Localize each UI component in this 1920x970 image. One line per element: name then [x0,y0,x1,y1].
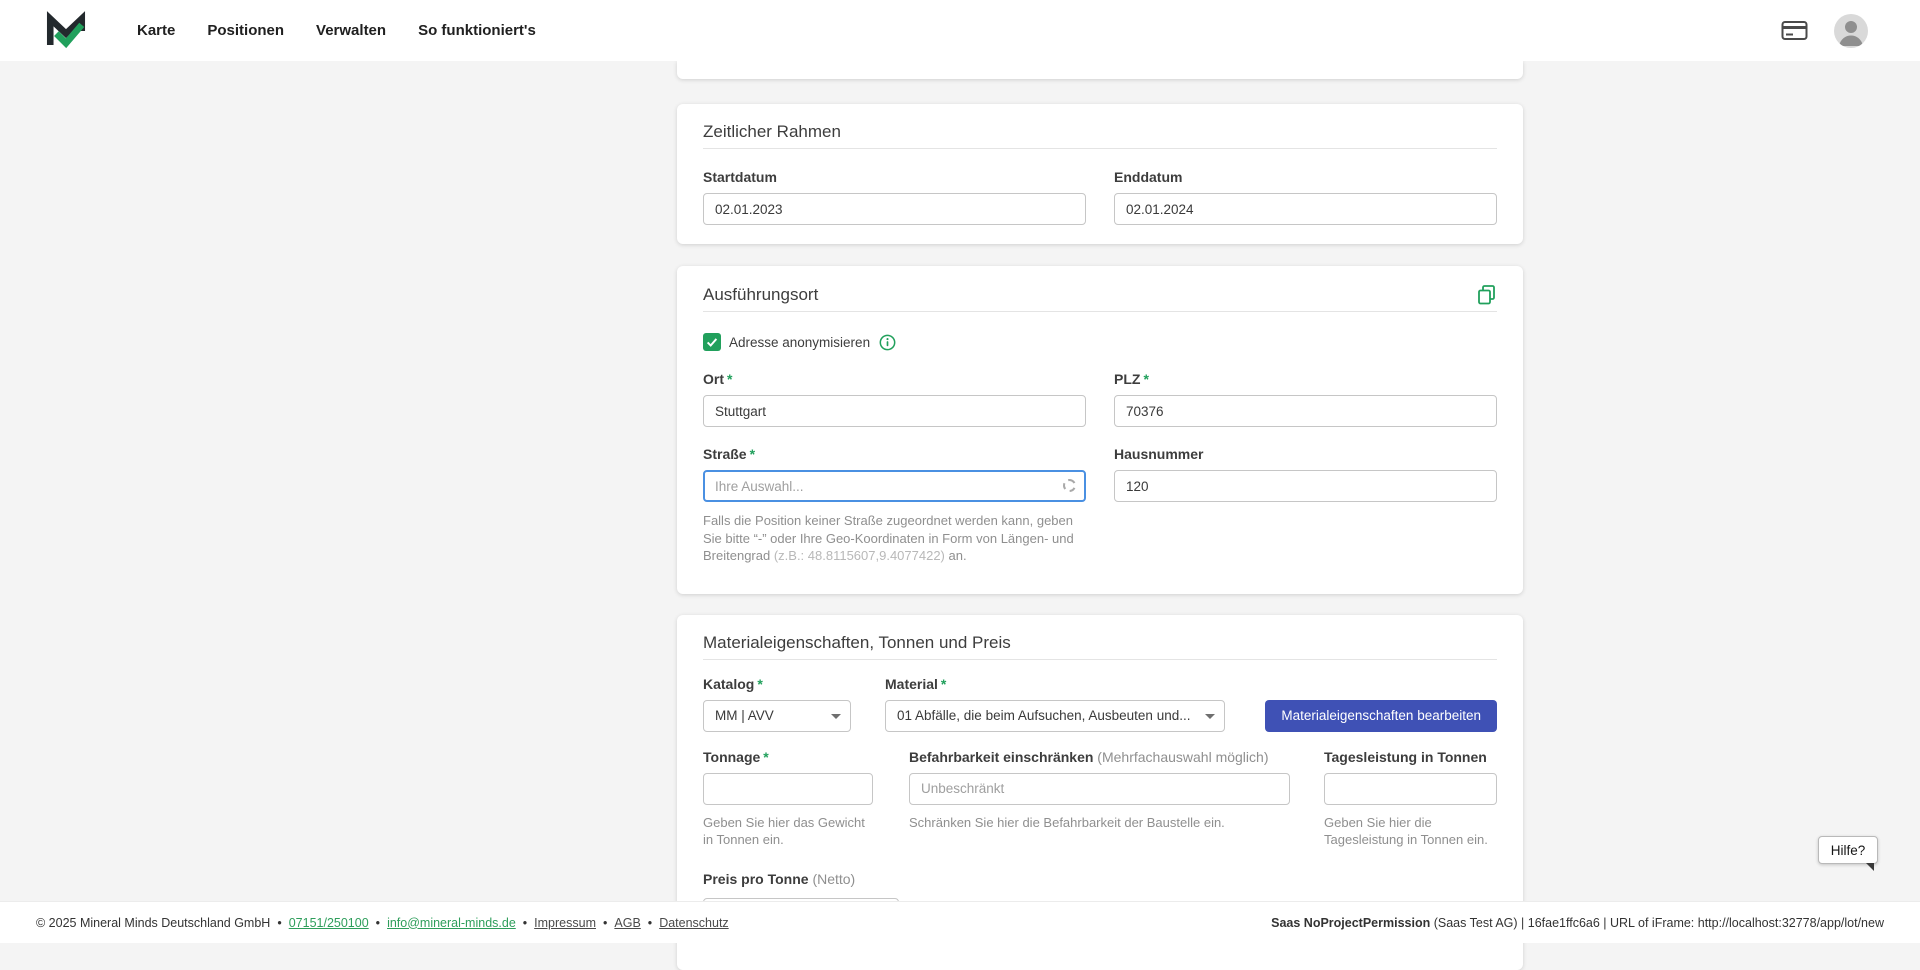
hausnummer-label: Hausnummer [1114,446,1497,463]
strasse-label: Straße* [703,446,1086,463]
separator: • [277,916,281,930]
checkmark-icon [705,335,719,349]
divider [703,659,1497,660]
strasse-input[interactable] [703,470,1086,502]
separator: • [376,916,380,930]
tagesleistung-helper-text: Geben Sie hier die Tagesleistung in Tonn… [1324,814,1497,848]
anonymize-checkbox[interactable] [703,333,721,351]
nav-item-karte[interactable]: Karte [137,22,175,39]
field-katalog: Katalog* MM | AVV [703,676,851,732]
field-hausnummer: Hausnummer [1114,446,1497,565]
chevron-down-icon [1205,714,1215,719]
field-tonnage: Tonnage* Geben Sie hier das Gewicht in T… [703,749,873,848]
nav-item-positionen[interactable]: Positionen [207,22,284,39]
separator: • [603,916,607,930]
anonymize-label: Adresse anonymisieren [729,335,870,350]
startdatum-input[interactable] [703,193,1086,225]
tagesleistung-label: Tagesleistung in Tonnen [1324,749,1497,766]
katalog-value: MM | AVV [715,708,774,723]
tagesleistung-input[interactable] [1324,773,1497,805]
logo-icon [45,10,87,52]
preis-hint: (Netto) [812,871,855,887]
separator: • [523,916,527,930]
befahrbarkeit-input[interactable] [909,773,1290,805]
katalog-select[interactable]: MM | AVV [703,700,851,732]
help-bubble-tail-icon [1866,863,1874,871]
field-befahrbarkeit: Befahrbarkeit einschränken (Mehrfachausw… [909,749,1290,848]
tonnage-label: Tonnage* [703,749,873,766]
ort-input[interactable] [703,395,1086,427]
required-marker: * [1143,371,1148,387]
card-zeitlicher-rahmen: Zeitlicher Rahmen Startdatum Enddatum [677,104,1523,244]
nav-item-verwalten[interactable]: Verwalten [316,22,386,39]
footer-right: Saas NoProjectPermission (Saas Test AG) … [1271,916,1884,930]
help-button[interactable]: Hilfe? [1818,836,1878,864]
required-marker: * [757,676,762,692]
enddatum-input[interactable] [1114,193,1497,225]
help-button-label: Hilfe? [1831,843,1866,858]
copy-icon[interactable] [1476,284,1497,305]
impressum-link[interactable]: Impressum [534,916,596,930]
material-value: 01 Abfälle, die beim Aufsuchen, Ausbeute… [897,708,1190,723]
divider [703,148,1497,149]
katalog-label: Katalog* [703,676,851,693]
befahrbarkeit-helper-text: Schränken Sie hier die Befahrbarkeit der… [909,814,1290,831]
field-enddatum: Enddatum [1114,169,1497,225]
required-marker: * [750,446,755,462]
iframe-info-text: (Saas Test AG) | 16fae1ffc6a6 | URL of i… [1430,916,1884,930]
email-link[interactable]: info@mineral-minds.de [387,916,516,930]
tonnage-helper-text: Geben Sie hier das Gewicht in Tonnen ein… [703,814,873,848]
enddatum-label: Enddatum [1114,169,1497,186]
footer-left: © 2025 Mineral Minds Deutschland GmbH • … [36,916,729,930]
agb-link[interactable]: AGB [614,916,640,930]
navbar-right [1781,14,1868,48]
ort-label: Ort* [703,371,1086,388]
card-partial-top [677,61,1523,79]
phone-link[interactable]: 07151/250100 [289,916,369,930]
field-startdatum: Startdatum [703,169,1086,225]
field-plz: PLZ* [1114,371,1497,427]
main-nav: Karte Positionen Verwalten So funktionie… [137,22,536,39]
preis-label: Preis pro Tonne (Netto) [703,871,1497,888]
required-marker: * [941,676,946,692]
card-title-material: Materialeigenschaften, Tonnen und Preis [703,633,1497,653]
material-label: Material* [885,676,1225,693]
mineral-minds-logo[interactable] [45,10,87,52]
required-marker: * [763,749,768,765]
form-column: Zeitlicher Rahmen Startdatum Enddatum Au… [677,61,1523,970]
tonnage-input[interactable] [703,773,873,805]
material-select[interactable]: 01 Abfälle, die beim Aufsuchen, Ausbeute… [885,700,1225,732]
field-ort: Ort* [703,371,1086,427]
hausnummer-input[interactable] [1114,470,1497,502]
befahrbarkeit-hint: (Mehrfachauswahl möglich) [1097,749,1268,765]
strasse-helper-text: Falls die Position keiner Straße zugeord… [703,512,1081,565]
befahrbarkeit-label: Befahrbarkeit einschränken (Mehrfachausw… [909,749,1290,766]
footer: © 2025 Mineral Minds Deutschland GmbH • … [0,901,1920,943]
materialeigenschaften-bearbeiten-button[interactable]: Materialeigenschaften bearbeiten [1265,700,1497,732]
required-marker: * [727,371,732,387]
field-tagesleistung: Tagesleistung in Tonnen Geben Sie hier d… [1324,749,1497,848]
saas-permission-text: Saas NoProjectPermission [1271,916,1430,930]
separator: • [648,916,652,930]
navbar: Karte Positionen Verwalten So funktionie… [0,0,1920,61]
divider [703,311,1497,312]
chevron-down-icon [831,714,841,719]
nav-item-so-funktionierts[interactable]: So funktioniert's [418,22,536,39]
plz-label: PLZ* [1114,371,1497,388]
anonymize-row: Adresse anonymisieren [703,333,1497,351]
user-avatar-icon [1834,14,1868,48]
datenschutz-link[interactable]: Datenschutz [659,916,728,930]
field-material: Material* 01 Abfälle, die beim Aufsuchen… [885,676,1225,732]
field-strasse: Straße* Falls die Position keiner Straße… [703,446,1086,565]
card-icon[interactable] [1781,20,1808,41]
user-avatar[interactable] [1834,14,1868,48]
copyright-text: © 2025 Mineral Minds Deutschland GmbH [36,916,270,930]
plz-input[interactable] [1114,395,1497,427]
loading-spinner-icon [1063,479,1076,492]
card-title-ausfuehrungsort: Ausführungsort [703,285,818,305]
card-title-zeitlicher-rahmen: Zeitlicher Rahmen [703,122,1497,142]
card-ausfuehrungsort: Ausführungsort Adresse anonymisieren [677,266,1523,594]
startdatum-label: Startdatum [703,169,1086,186]
info-icon[interactable] [879,334,896,351]
